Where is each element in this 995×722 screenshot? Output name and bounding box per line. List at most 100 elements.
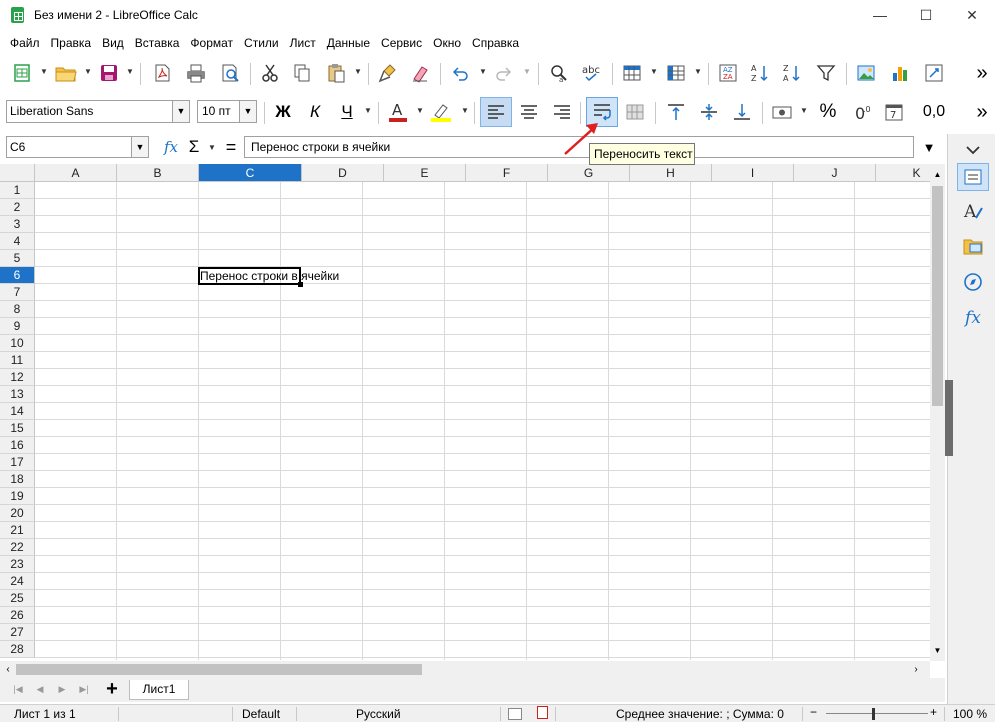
save-icon[interactable] — [95, 59, 123, 87]
expand-formula-icon[interactable]: ▼ — [916, 134, 942, 160]
column-header-i[interactable]: I — [712, 164, 794, 182]
add-sheet-button[interactable]: + — [102, 678, 122, 700]
align-top-icon[interactable] — [662, 98, 690, 126]
font-size-combobox[interactable]: 10 пт ▼ — [197, 100, 257, 123]
zoom-level[interactable]: 100 % — [953, 707, 987, 721]
menu-data[interactable]: Данные — [321, 33, 375, 53]
save-dropdown-icon[interactable]: ▼ — [126, 67, 134, 76]
row-header-6[interactable]: 6 — [0, 267, 35, 284]
menu-sheet[interactable]: Лист — [284, 33, 321, 53]
page-style[interactable]: Default — [242, 707, 280, 721]
row-header-20[interactable]: 20 — [0, 505, 35, 522]
name-box[interactable]: C6 ▼ — [6, 136, 149, 158]
chevron-down-icon[interactable]: ▼ — [172, 101, 189, 122]
row-header-9[interactable]: 9 — [0, 318, 35, 335]
sidebar-collapse-grip[interactable] — [945, 380, 953, 456]
zoom-slider-handle[interactable] — [872, 708, 875, 720]
percent-format-button[interactable]: % — [814, 98, 842, 126]
prev-sheet-icon[interactable]: ◀ — [32, 680, 48, 698]
paste-dropdown-icon[interactable]: ▼ — [354, 67, 362, 76]
menu-view[interactable]: Вид — [96, 33, 129, 53]
row-header-15[interactable]: 15 — [0, 420, 35, 437]
sum-dropdown-icon[interactable]: ▼ — [208, 143, 216, 152]
clone-formatting-icon[interactable] — [374, 59, 402, 87]
horizontal-scroll-thumb[interactable] — [16, 664, 422, 675]
sidebar-menu-icon[interactable] — [957, 136, 989, 164]
sort-ascending-icon[interactable]: AZ — [746, 59, 774, 87]
row-dropdown-icon[interactable]: ▼ — [650, 67, 658, 76]
formula-button[interactable]: = — [221, 134, 241, 160]
open-folder-icon[interactable] — [51, 59, 81, 87]
date-format-icon[interactable]: 7 — [880, 98, 908, 126]
align-bottom-icon[interactable] — [728, 98, 756, 126]
currency-dropdown-icon[interactable]: ▼ — [800, 106, 808, 115]
clear-formatting-icon[interactable] — [406, 59, 434, 87]
last-sheet-icon[interactable]: ▶| — [76, 680, 92, 698]
row-header-27[interactable]: 27 — [0, 624, 35, 641]
pivot-table-icon[interactable] — [920, 59, 948, 87]
align-middle-icon[interactable] — [695, 98, 723, 126]
row-header-17[interactable]: 17 — [0, 454, 35, 471]
align-center-icon[interactable] — [515, 98, 543, 126]
minimize-button[interactable]: — — [857, 0, 903, 30]
menu-file[interactable]: Файл — [0, 33, 45, 53]
row-header-24[interactable]: 24 — [0, 573, 35, 590]
gallery-icon[interactable] — [957, 232, 989, 260]
print-preview-icon[interactable] — [216, 59, 244, 87]
add-decimal-button[interactable]: 0,0 — [918, 98, 950, 126]
row-header-3[interactable]: 3 — [0, 216, 35, 233]
row-header-22[interactable]: 22 — [0, 539, 35, 556]
merge-cells-icon[interactable] — [621, 98, 649, 126]
row-header-13[interactable]: 13 — [0, 386, 35, 403]
cells-area[interactable] — [35, 182, 930, 660]
row-header-7[interactable]: 7 — [0, 284, 35, 301]
font-name-combobox[interactable]: Liberation Sans ▼ — [6, 100, 190, 123]
column-header-k[interactable]: K — [876, 164, 930, 182]
column-header-c[interactable]: C — [199, 164, 302, 182]
menu-edit[interactable]: Правка — [45, 33, 97, 53]
function-wizard-button[interactable]: fx — [160, 134, 182, 160]
new-spreadsheet-icon[interactable] — [8, 59, 36, 87]
row-header-19[interactable]: 19 — [0, 488, 35, 505]
row-header-2[interactable]: 2 — [0, 199, 35, 216]
sheet-tab-1[interactable]: Лист1 — [129, 680, 189, 700]
close-button[interactable]: ✕ — [949, 0, 995, 30]
italic-button[interactable]: К — [302, 98, 328, 126]
redo-icon[interactable] — [490, 59, 518, 87]
sort-icon[interactable]: AZ ZA — [714, 59, 742, 87]
styles-icon[interactable]: A — [957, 197, 989, 225]
column-header-b[interactable]: B — [117, 164, 199, 182]
font-color-dropdown-icon[interactable]: ▼ — [416, 106, 424, 115]
row-header-16[interactable]: 16 — [0, 437, 35, 454]
properties-icon[interactable] — [957, 163, 989, 191]
redo-dropdown-icon[interactable]: ▼ — [523, 67, 531, 76]
undo-icon[interactable] — [446, 59, 474, 87]
row-header-23[interactable]: 23 — [0, 556, 35, 573]
align-left-icon[interactable] — [480, 97, 512, 127]
row-header-8[interactable]: 8 — [0, 301, 35, 318]
document-language[interactable]: Русский — [356, 707, 401, 721]
sum-button[interactable]: Σ — [184, 134, 204, 160]
navigator-icon[interactable] — [957, 268, 989, 296]
zoom-in-button[interactable]: + — [930, 705, 937, 719]
insert-image-icon[interactable] — [852, 59, 880, 87]
new-dropdown-icon[interactable]: ▼ — [40, 67, 48, 76]
select-all-corner[interactable] — [0, 164, 35, 182]
open-dropdown-icon[interactable]: ▼ — [84, 67, 92, 76]
row-header-12[interactable]: 12 — [0, 369, 35, 386]
chevron-down-icon[interactable]: ▼ — [239, 101, 256, 122]
menu-format[interactable]: Формат — [184, 33, 238, 53]
autofilter-icon[interactable] — [812, 59, 840, 87]
export-pdf-icon[interactable] — [148, 59, 176, 87]
row-header-28[interactable]: 28 — [0, 641, 35, 658]
font-color-icon[interactable]: A — [384, 98, 412, 126]
underline-dropdown-icon[interactable]: ▼ — [364, 106, 372, 115]
highlight-color-icon[interactable] — [426, 98, 456, 126]
cut-icon[interactable] — [256, 59, 284, 87]
zoom-slider-track[interactable] — [826, 713, 928, 714]
chevron-down-icon[interactable]: ▼ — [131, 137, 148, 157]
row-icon[interactable] — [618, 59, 646, 87]
column-header-d[interactable]: D — [302, 164, 384, 182]
spreadsheet-grid[interactable]: ABCDEFGHIJK 1 2 3 4 5 6 7 8 9 10 11 12 13 14 15 16 17 18 1… — [0, 164, 930, 660]
scroll-left-icon[interactable]: ‹ — [2, 662, 14, 677]
